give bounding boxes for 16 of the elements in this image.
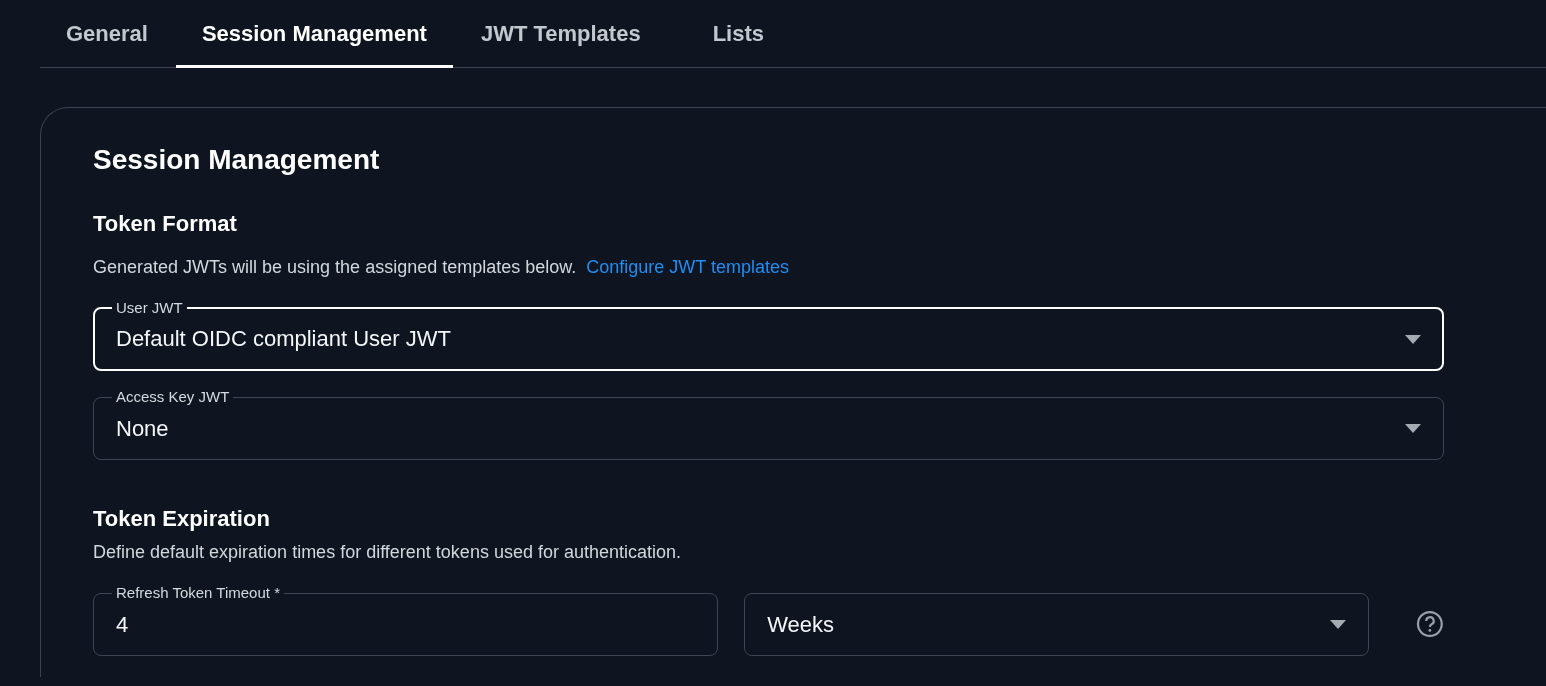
select-field[interactable]: Weeks	[744, 593, 1370, 656]
section-heading: Token Expiration	[93, 506, 271, 532]
text-field[interactable]: Refresh Token Timeout * 4	[93, 584, 719, 656]
section-description: Generated JWTs will be using the assigned templates below. Configure JWT templates	[93, 257, 790, 278]
help-icon[interactable]	[1416, 610, 1444, 638]
tab[interactable]: Session Management	[175, 0, 453, 68]
tab[interactable]: General	[40, 0, 174, 68]
section-heading: Token Format	[93, 211, 238, 237]
tab[interactable]: Lists	[686, 0, 790, 68]
card-title: Session Management	[93, 144, 381, 176]
section-description: Define default expiration times for different tokens used for authentication.	[93, 542, 682, 563]
caret-icon	[1330, 620, 1347, 629]
configure-link[interactable]: Configure JWT templates	[586, 257, 789, 277]
caret-icon	[1405, 334, 1421, 344]
caret-icon	[1405, 424, 1421, 433]
tab[interactable]: JWT Templates	[454, 0, 667, 68]
